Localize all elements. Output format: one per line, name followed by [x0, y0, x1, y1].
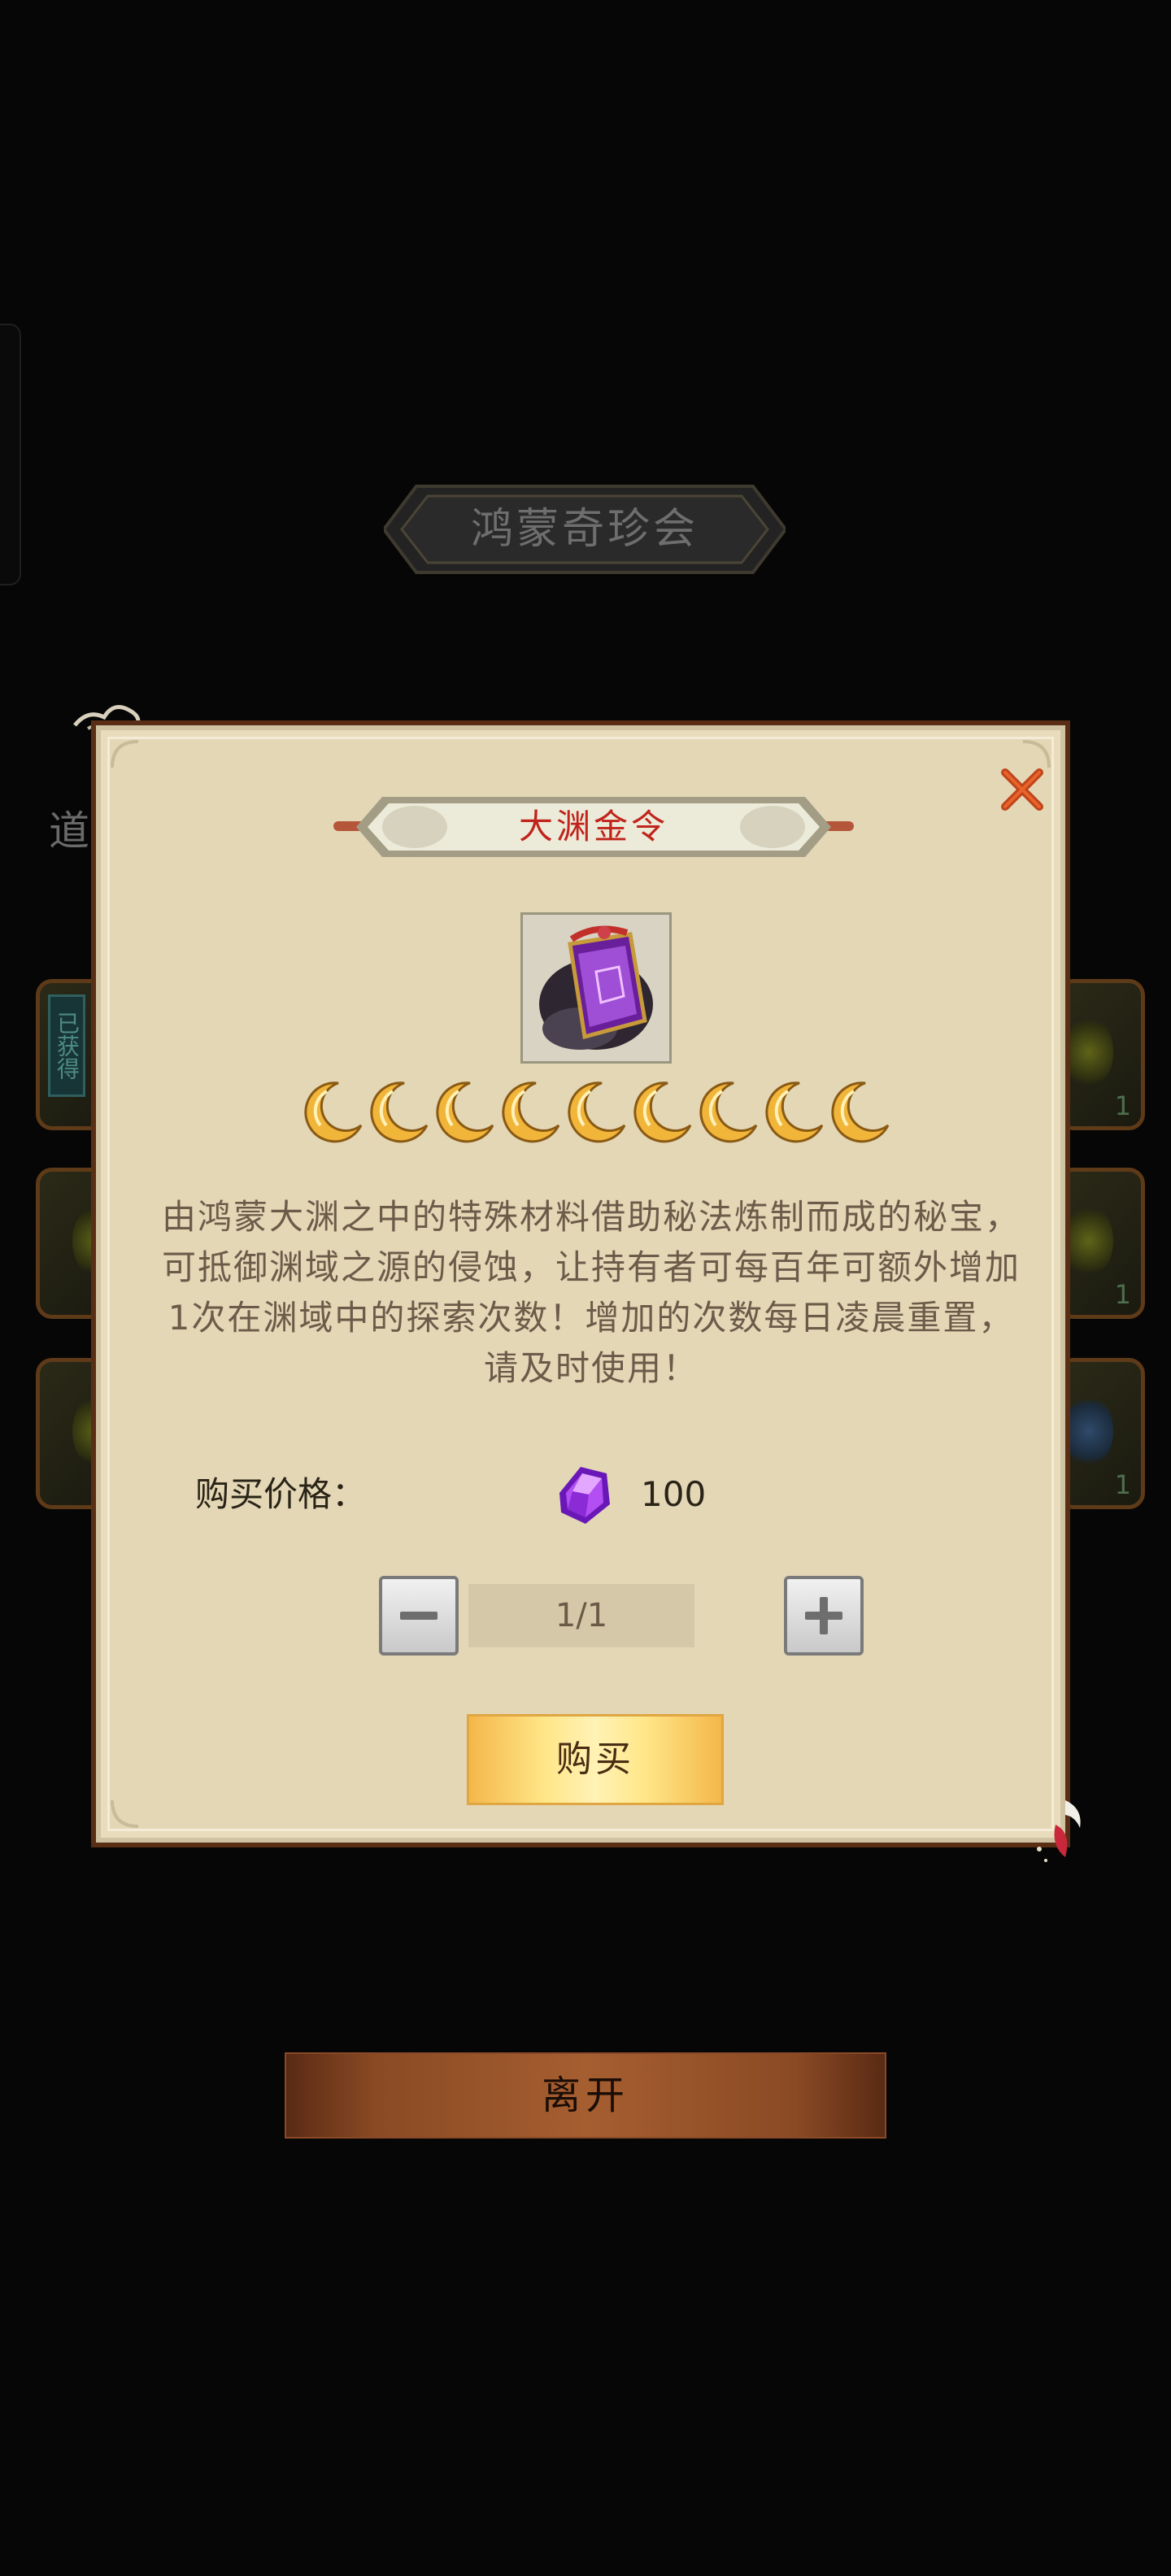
background-item-card[interactable]: 1	[1057, 979, 1145, 1130]
obtained-tag: 已获得	[48, 994, 85, 1097]
corner-ornament-icon	[111, 1799, 139, 1828]
moon-icon	[568, 1081, 626, 1143]
quantity-display: 1/1	[468, 1584, 694, 1647]
quantity-increase-button[interactable]	[784, 1576, 864, 1656]
item-count: 1	[1114, 1279, 1131, 1310]
close-icon	[1001, 768, 1043, 811]
moon-icon	[831, 1081, 890, 1143]
item-glow-icon	[1064, 1204, 1113, 1277]
background-item-card[interactable]: 1	[1057, 1358, 1145, 1509]
moon-icon	[370, 1081, 429, 1143]
close-button[interactable]	[999, 766, 1046, 813]
moon-icon	[633, 1081, 692, 1143]
item-title-plate: 大渊金令	[333, 792, 854, 862]
moon-icon	[765, 1081, 824, 1143]
buy-button[interactable]: 购买	[467, 1714, 724, 1805]
item-count: 1	[1114, 1090, 1131, 1121]
rating-moons	[303, 1080, 891, 1145]
item-title: 大渊金令	[518, 807, 668, 846]
price-value: 100	[641, 1474, 707, 1514]
price-label: 购买价格：	[195, 1474, 367, 1514]
shop-banner: 鸿蒙奇珍会	[384, 481, 786, 577]
fairy-ornament-icon	[1037, 1800, 1081, 1862]
moon-icon	[699, 1081, 758, 1143]
item-count: 1	[1114, 1469, 1131, 1500]
plus-icon	[805, 1597, 842, 1634]
side-panel-edge	[0, 324, 21, 585]
minus-icon	[400, 1612, 437, 1620]
item-detail-dialog: 大渊金令 由鸿蒙大渊之中的特殊材料借助秘法炼制而成的秘宝，可抵御渊域之源的侵蚀，…	[91, 720, 1070, 1847]
moon-icon	[304, 1081, 363, 1143]
background-item-card[interactable]: 1	[1057, 1168, 1145, 1319]
dialog-body: 大渊金令 由鸿蒙大渊之中的特殊材料借助秘法炼制而成的秘宝，可抵御渊域之源的侵蚀，…	[109, 738, 1052, 1830]
dialog-frame: 大渊金令 由鸿蒙大渊之中的特殊材料借助秘法炼制而成的秘宝，可抵御渊域之源的侵蚀，…	[96, 725, 1065, 1843]
moon-icon	[502, 1081, 560, 1143]
purple-gem-icon	[559, 1467, 610, 1524]
moon-icon	[436, 1081, 494, 1143]
game-screen: 鸿蒙奇珍会 道 已获得 1 1 1 大渊金令 由鸿蒙大渊之中的特殊材料借助秘法炼…	[0, 0, 1171, 2576]
abyss-token-icon	[539, 925, 653, 1050]
item-glow-icon	[1064, 1016, 1113, 1089]
shop-title: 鸿蒙奇珍会	[470, 505, 699, 554]
item-glow-icon	[1064, 1395, 1113, 1468]
leave-button[interactable]: 离开	[285, 2052, 886, 2139]
item-icon-frame	[520, 912, 672, 1064]
background-partial-label: 道	[49, 807, 89, 855]
item-description: 由鸿蒙大渊之中的特殊材料借助秘法炼制而成的秘宝，可抵御渊域之源的侵蚀，让持有者可…	[161, 1197, 1021, 1388]
corner-ornament-icon	[111, 740, 139, 768]
quantity-decrease-button[interactable]	[379, 1576, 459, 1656]
